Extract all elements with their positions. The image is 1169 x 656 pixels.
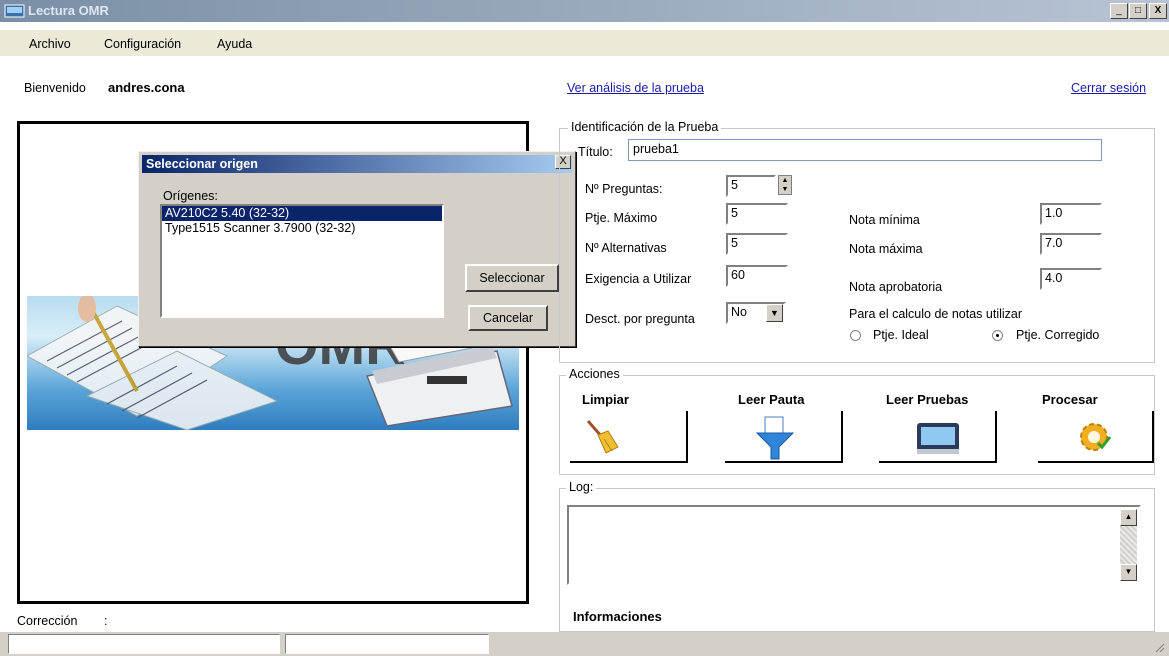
actions-legend: Acciones [566, 367, 623, 381]
menu-bar: Archivo Configuración Ayuda [0, 30, 1169, 56]
alternatives-field[interactable]: 5 [726, 233, 788, 255]
scroll-down-icon[interactable]: ▼ [1120, 564, 1137, 581]
max-grade-label: Nota máxima [849, 242, 923, 256]
process-button[interactable] [1038, 411, 1154, 463]
discount-label: Desct. por pregunta [585, 312, 695, 326]
list-item[interactable]: Type1515 Scanner 3.7900 (32-32) [162, 221, 442, 236]
analysis-link[interactable]: Ver análisis de la prueba [567, 81, 704, 95]
read-key-button[interactable] [725, 411, 843, 463]
sources-list[interactable]: AV210C2 5.40 (32-32) Type1515 Scanner 3.… [160, 204, 444, 318]
minimize-button[interactable]: _ [1110, 3, 1128, 19]
requirement-label: Exigencia a Utilizar [585, 272, 692, 286]
alternatives-label: Nº Alternativas [585, 241, 667, 255]
broom-icon [586, 420, 619, 454]
max-grade-field[interactable]: 7.0 [1040, 233, 1102, 255]
maximize-button[interactable]: □ [1129, 3, 1147, 19]
calc-label: Para el calculo de notas utilizar [849, 307, 1023, 321]
select-source-dialog: Seleccionar origen X Orígenes: AV210C2 5… [138, 151, 576, 347]
log-textarea[interactable]: ▲ ▼ [567, 505, 1141, 585]
clear-label: Limpiar [582, 392, 629, 407]
corrected-radio[interactable] [992, 330, 1003, 341]
read-tests-label: Leer Pruebas [886, 392, 969, 407]
ideal-option-label: Ptje. Ideal [873, 328, 929, 342]
resize-grip-icon[interactable] [1153, 641, 1165, 653]
identification-legend: Identificación de la Prueba [568, 120, 722, 134]
log-scrollbar[interactable]: ▲ ▼ [1120, 509, 1137, 581]
log-legend: Log: [566, 480, 597, 494]
funnel-document-icon [755, 416, 795, 460]
select-button[interactable]: Seleccionar [465, 264, 559, 292]
welcome-label: Bienvenido [24, 81, 86, 95]
pass-grade-field[interactable]: 4.0 [1040, 268, 1102, 290]
chevron-down-icon[interactable]: ▼ [766, 304, 783, 322]
title-field[interactable]: prueba1 [628, 139, 1102, 161]
scanner-icon [917, 423, 959, 454]
username-label: andres.cona [108, 80, 185, 95]
correction-separator: : [104, 614, 108, 628]
list-item[interactable]: AV210C2 5.40 (32-32) [162, 206, 442, 221]
corrected-option-label: Ptje. Corregido [1016, 328, 1100, 342]
questions-field[interactable]: 5 [726, 175, 776, 197]
questions-label: Nº Preguntas: [585, 182, 663, 196]
read-tests-button[interactable] [879, 411, 997, 463]
requirement-field[interactable]: 60 [726, 265, 788, 287]
logout-link[interactable]: Cerrar sesión [1071, 81, 1146, 95]
questions-stepper[interactable]: ▲ ▼ [778, 175, 792, 195]
info-label: Informaciones [573, 609, 662, 624]
gear-icon [1080, 423, 1112, 451]
min-grade-label: Nota mínima [849, 213, 920, 227]
menu-ayuda[interactable]: Ayuda [217, 37, 252, 51]
menu-archivo[interactable]: Archivo [29, 37, 71, 51]
clear-button[interactable] [570, 411, 688, 463]
pass-grade-label: Nota aprobatoria [849, 280, 943, 294]
min-grade-field[interactable]: 1.0 [1040, 203, 1102, 225]
read-key-label: Leer Pauta [738, 392, 805, 407]
correction-label: Corrección [17, 614, 78, 628]
title-bar: Lectura OMR _ □ X [0, 0, 1169, 22]
status-panel-1 [8, 634, 280, 654]
sources-label: Orígenes: [163, 189, 218, 203]
dialog-title-bar: Seleccionar origen [142, 155, 572, 173]
close-button[interactable]: X [1149, 3, 1167, 19]
title-label: Título: [578, 145, 613, 159]
cancel-button[interactable]: Cancelar [468, 305, 548, 331]
status-panel-2 [285, 634, 489, 654]
max-score-field[interactable]: 5 [726, 203, 788, 225]
window-title: Lectura OMR [28, 3, 109, 18]
scroll-up-icon[interactable]: ▲ [1120, 509, 1137, 526]
process-label: Procesar [1042, 392, 1098, 407]
app-icon [4, 4, 25, 18]
dialog-title: Seleccionar origen [146, 157, 258, 171]
status-bar [0, 632, 1169, 656]
menu-configuracion[interactable]: Configuración [104, 37, 181, 51]
ideal-radio[interactable] [850, 330, 861, 341]
max-score-label: Ptje. Máximo [585, 211, 658, 225]
